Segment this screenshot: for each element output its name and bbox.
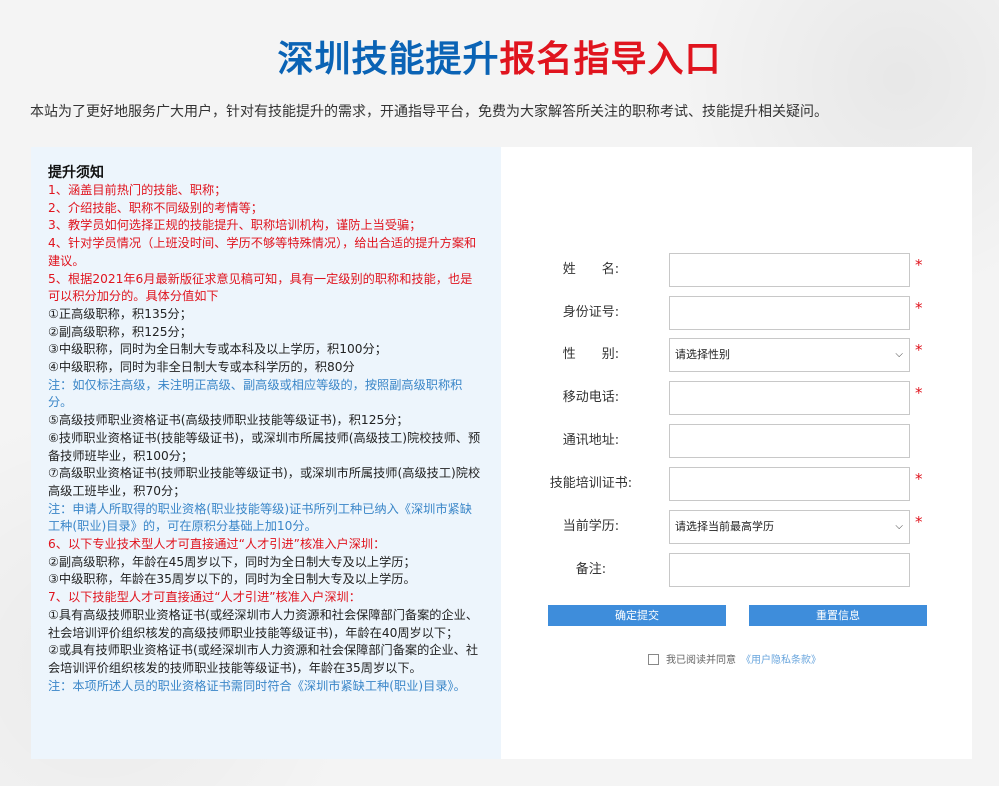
notice-line: ⑦高级职业资格证书(技师职业技能等级证书)，或深圳市所属技师(高级技工)院校高级… bbox=[48, 466, 481, 498]
required-mark: * bbox=[915, 341, 923, 359]
phone-row: 移动电话: * bbox=[501, 381, 972, 415]
notice-line: 6、以下专业技术型人才可直接通过“人才引进”核准入户深圳： bbox=[48, 537, 386, 552]
page-title-part2: 报名指导入口 bbox=[499, 39, 722, 80]
required-mark: * bbox=[915, 256, 923, 274]
gender-select-value: 请选择性别 bbox=[675, 348, 730, 361]
notice-note: 注：本项所述人员的职业资格证书需同时符合《深圳市紧缺工种(职业)目录》。 bbox=[48, 678, 466, 693]
registration-form: 姓 名: * 身份证号: * 性 别: 请选择性别 ⌵ * 移动电话: * 通讯… bbox=[501, 147, 972, 759]
notice-line: ⑥技师职业资格证书(技能等级证书)，或深圳市所属技师(高级技工)院校技师、预备技… bbox=[48, 430, 481, 463]
id-label: 身份证号: bbox=[562, 305, 620, 320]
notice-line: 5、根据2021年6月最新版征求意见稿可知，具有一定级别的职称和技能，也是可以积… bbox=[48, 271, 473, 304]
chevron-down-icon: ⌵ bbox=[895, 521, 903, 532]
agree-checkbox[interactable] bbox=[648, 654, 659, 665]
notice-line: ①具有高级技师职业资格证书(或经深圳市人力资源和社会保障部门备案的企业、社会培训… bbox=[48, 607, 479, 640]
notice-line: 4、针对学员情况（上班没时间、学历不够等特殊情况），给出合适的提升方案和建议。 bbox=[48, 236, 477, 268]
required-mark: * bbox=[915, 470, 923, 488]
notice-line: ②或具有技师职业资格证书(或经深圳市人力资源和社会保障部门备案的企业、社会培训评… bbox=[48, 643, 479, 675]
required-mark: * bbox=[915, 299, 923, 317]
agreement-row: 我已阅读并同意 《用户隐私条款》 bbox=[648, 654, 821, 668]
phone-label: 移动电话: bbox=[562, 390, 620, 405]
phone-input[interactable] bbox=[669, 381, 910, 415]
education-row: 当前学历: 请选择当前最高学历 ⌵ * bbox=[501, 510, 972, 544]
cert-input[interactable] bbox=[669, 467, 910, 501]
remark-row: 备注: bbox=[501, 553, 972, 587]
name-row: 姓 名: * bbox=[501, 253, 972, 287]
education-select[interactable]: 请选择当前最高学历 ⌵ bbox=[669, 510, 910, 544]
notice-note: 注：申请人所取得的职业资格(职业技能等级)证书所列工种已纳入《深圳市紧缺工种(职… bbox=[48, 501, 472, 534]
notice-line: ⑤高级技师职业资格证书(高级技师职业技能等级证书)，积125分； bbox=[48, 413, 409, 428]
notice-line: ②副高级职称，年龄在45周岁以下，同时为全日制大专及以上学历； bbox=[48, 554, 416, 569]
reset-button[interactable]: 重置信息 bbox=[749, 605, 927, 626]
chevron-down-icon: ⌵ bbox=[895, 349, 903, 360]
intro-text: 本站为了更好地服务广大用户，针对有技能提升的需求，开通指导平台，免费为大家解答所… bbox=[30, 104, 828, 120]
page-title-part1: 深圳技能提升 bbox=[277, 39, 500, 80]
id-number-input[interactable] bbox=[669, 296, 910, 330]
cert-row: 技能培训证书: * bbox=[501, 467, 972, 501]
notice-line: 7、以下技能型人才可直接通过“人才引进”核准入户深圳： bbox=[48, 590, 361, 605]
education-label: 当前学历: bbox=[562, 519, 620, 534]
name-input[interactable] bbox=[669, 253, 910, 287]
address-label: 通讯地址: bbox=[562, 433, 620, 448]
address-input[interactable] bbox=[669, 424, 910, 458]
notice-line: 2、介绍技能、职称不同级别的考情等； bbox=[48, 200, 263, 215]
gender-row: 性 别: 请选择性别 ⌵ * bbox=[501, 338, 972, 372]
agree-text: 我已阅读并同意 bbox=[666, 655, 736, 666]
id-row: 身份证号: * bbox=[501, 296, 972, 330]
notice-heading: 提升须知 bbox=[48, 165, 104, 181]
notice-panel: 提升须知 1、涵盖目前热门的技能、职称； 2、介绍技能、职称不同级别的考情等； … bbox=[31, 147, 501, 759]
education-select-value: 请选择当前最高学历 bbox=[675, 520, 774, 533]
notice-line: ①正高级职称，积135分； bbox=[48, 306, 192, 321]
required-mark: * bbox=[915, 513, 923, 531]
remark-input[interactable] bbox=[669, 553, 910, 587]
notice-line: ③中级职称，同时为全日制大专或本科及以上学历，积100分； bbox=[48, 342, 387, 357]
page-title: 深圳技能提升报名指导入口 bbox=[0, 30, 999, 82]
address-row: 通讯地址: bbox=[501, 424, 972, 458]
remark-label: 备注: bbox=[575, 562, 607, 577]
name-label: 姓 名: bbox=[562, 262, 620, 277]
required-mark: * bbox=[915, 384, 923, 402]
notice-note: 注：如仅标注高级，未注明正高级、副高级或相应等级的，按照副高级职称积分。 bbox=[48, 377, 463, 410]
notice-line: 3、教学员如何选择正规的技能提升、职称培训机构，谨防上当受骗； bbox=[48, 218, 422, 233]
gender-label: 性 别: bbox=[562, 347, 620, 362]
notice-line: 1、涵盖目前热门的技能、职称； bbox=[48, 183, 227, 197]
privacy-policy-link[interactable]: 《用户隐私条款》 bbox=[741, 655, 821, 666]
notice-line: ②副高级职称，积125分； bbox=[48, 324, 192, 339]
notice-line: ③中级职称，年龄在35周岁以下的，同时为全日制大专及以上学历。 bbox=[48, 572, 416, 587]
submit-button[interactable]: 确定提交 bbox=[548, 605, 726, 626]
gender-select[interactable]: 请选择性别 ⌵ bbox=[669, 338, 910, 372]
cert-label: 技能培训证书: bbox=[549, 476, 633, 491]
notice-line: ④中级职称，同时为非全日制大专或本科学历的，积80分 bbox=[48, 360, 355, 375]
